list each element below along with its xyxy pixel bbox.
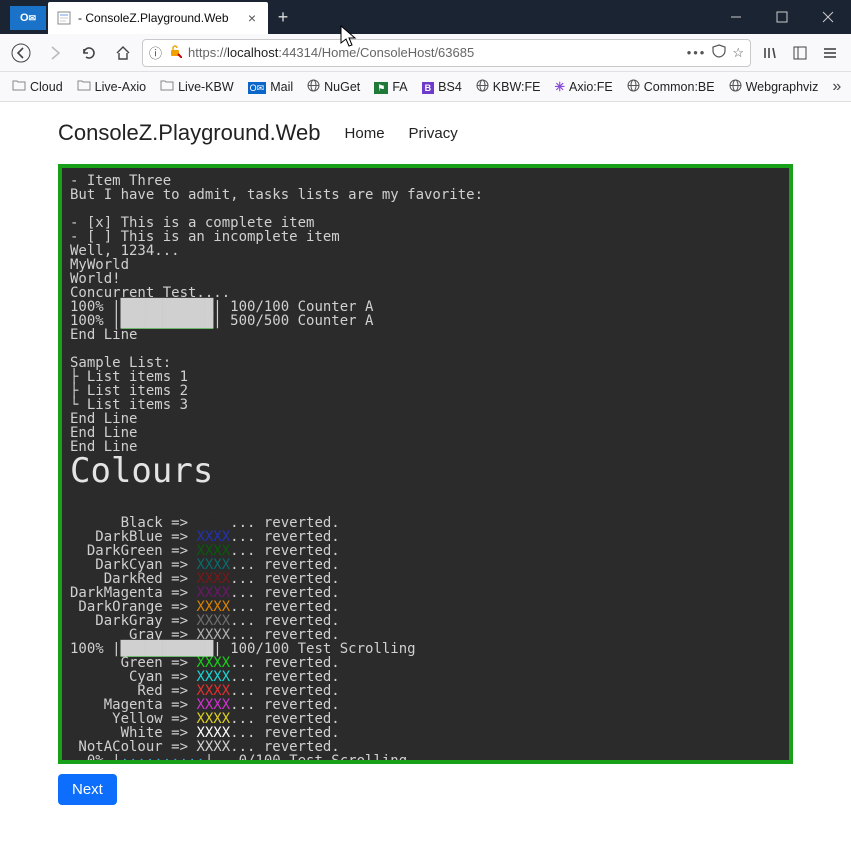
bookmarks-toolbar: Cloud Live-Axio Live-KBW O✉Mail NuGet ⚑ FA BBS4… bbox=[0, 72, 851, 102]
bookmark-item[interactable]: Webgraphviz bbox=[723, 77, 825, 97]
sidebar-button[interactable] bbox=[785, 38, 815, 68]
identity-info-icon[interactable]: ⓘ bbox=[149, 43, 162, 62]
active-tab[interactable]: - ConsoleZ.Playground.Web × bbox=[48, 2, 268, 34]
bookmark-label: KBW:FE bbox=[493, 80, 541, 94]
bookmark-label: Live-Axio bbox=[95, 80, 146, 94]
bookmark-icon bbox=[12, 79, 26, 94]
bookmark-item[interactable]: ✳ Axio:FE bbox=[549, 77, 619, 96]
page-actions-dots-icon[interactable]: ••• bbox=[687, 45, 707, 60]
pinned-tab-outlook[interactable]: O✉ bbox=[10, 6, 46, 30]
library-button[interactable] bbox=[755, 38, 785, 68]
window-maximize-button[interactable] bbox=[759, 0, 805, 34]
bookmark-icon: ✳ bbox=[555, 79, 565, 94]
app-menu-button[interactable] bbox=[815, 38, 845, 68]
console-output: - Item Three But I have to admit, tasks … bbox=[58, 164, 793, 764]
bookmark-item[interactable]: Live-Axio bbox=[71, 77, 152, 96]
new-tab-button[interactable]: + bbox=[268, 0, 298, 34]
reload-button[interactable] bbox=[74, 38, 104, 68]
bookmark-item[interactable]: Cloud bbox=[6, 77, 69, 96]
next-button[interactable]: Next bbox=[58, 774, 117, 805]
bookmark-label: Common:BE bbox=[644, 80, 715, 94]
browser-titlebar: O✉ - ConsoleZ.Playground.Web × + bbox=[0, 0, 851, 34]
tab-favicon-icon bbox=[56, 10, 72, 26]
bookmark-label: FA bbox=[392, 80, 407, 94]
back-button[interactable] bbox=[6, 38, 36, 68]
window-close-button[interactable] bbox=[805, 0, 851, 34]
bookmark-icon bbox=[307, 79, 320, 95]
nav-link-home[interactable]: Home bbox=[345, 125, 385, 142]
bookmark-label: Webgraphviz bbox=[746, 80, 819, 94]
bookmark-label: Mail bbox=[270, 80, 293, 94]
tab-title: - ConsoleZ.Playground.Web bbox=[78, 11, 244, 25]
lock-warning-icon[interactable] bbox=[168, 44, 182, 61]
bookmark-item[interactable]: NuGet bbox=[301, 77, 366, 97]
bookmark-item[interactable]: Common:BE bbox=[621, 77, 721, 97]
bookmark-item[interactable]: ⚑ FA bbox=[368, 78, 413, 96]
bookmark-icon bbox=[729, 79, 742, 95]
bookmark-star-icon[interactable]: ☆ bbox=[732, 45, 744, 61]
bookmark-item[interactable]: O✉Mail bbox=[242, 78, 299, 96]
forward-button[interactable] bbox=[40, 38, 70, 68]
brand-title[interactable]: ConsoleZ.Playground.Web bbox=[58, 120, 321, 146]
browser-nav-toolbar: ⓘ https://localhost:44314/Home/ConsoleHo… bbox=[0, 34, 851, 72]
url-text: https://localhost:44314/Home/ConsoleHost… bbox=[188, 45, 474, 60]
window-minimize-button[interactable] bbox=[713, 0, 759, 34]
bookmark-icon bbox=[627, 79, 640, 95]
bookmark-icon: ⚑ bbox=[374, 80, 388, 94]
home-button[interactable] bbox=[108, 38, 138, 68]
bookmark-label: Live-KBW bbox=[178, 80, 234, 94]
bookmark-icon: O✉ bbox=[248, 80, 267, 94]
bookmark-icon: B bbox=[422, 80, 435, 94]
bookmark-label: Cloud bbox=[30, 80, 63, 94]
close-tab-icon[interactable]: × bbox=[244, 10, 260, 26]
bookmark-item[interactable]: BBS4 bbox=[416, 78, 468, 96]
bookmark-item[interactable]: KBW:FE bbox=[470, 77, 547, 97]
bookmark-icon bbox=[160, 79, 174, 94]
bookmark-label: Axio:FE bbox=[569, 80, 613, 94]
address-bar[interactable]: ⓘ https://localhost:44314/Home/ConsoleHo… bbox=[142, 39, 751, 67]
bookmark-label: NuGet bbox=[324, 80, 360, 94]
bookmarks-overflow-icon[interactable]: » bbox=[826, 78, 847, 96]
bookmark-label: BS4 bbox=[438, 80, 462, 94]
bookmark-icon bbox=[476, 79, 489, 95]
bookmark-icon bbox=[77, 79, 91, 94]
nav-link-privacy[interactable]: Privacy bbox=[409, 125, 458, 142]
tracking-shield-icon[interactable] bbox=[712, 44, 726, 61]
bookmark-item[interactable]: Live-KBW bbox=[154, 77, 240, 96]
page-navbar: ConsoleZ.Playground.Web Home Privacy bbox=[18, 102, 833, 164]
